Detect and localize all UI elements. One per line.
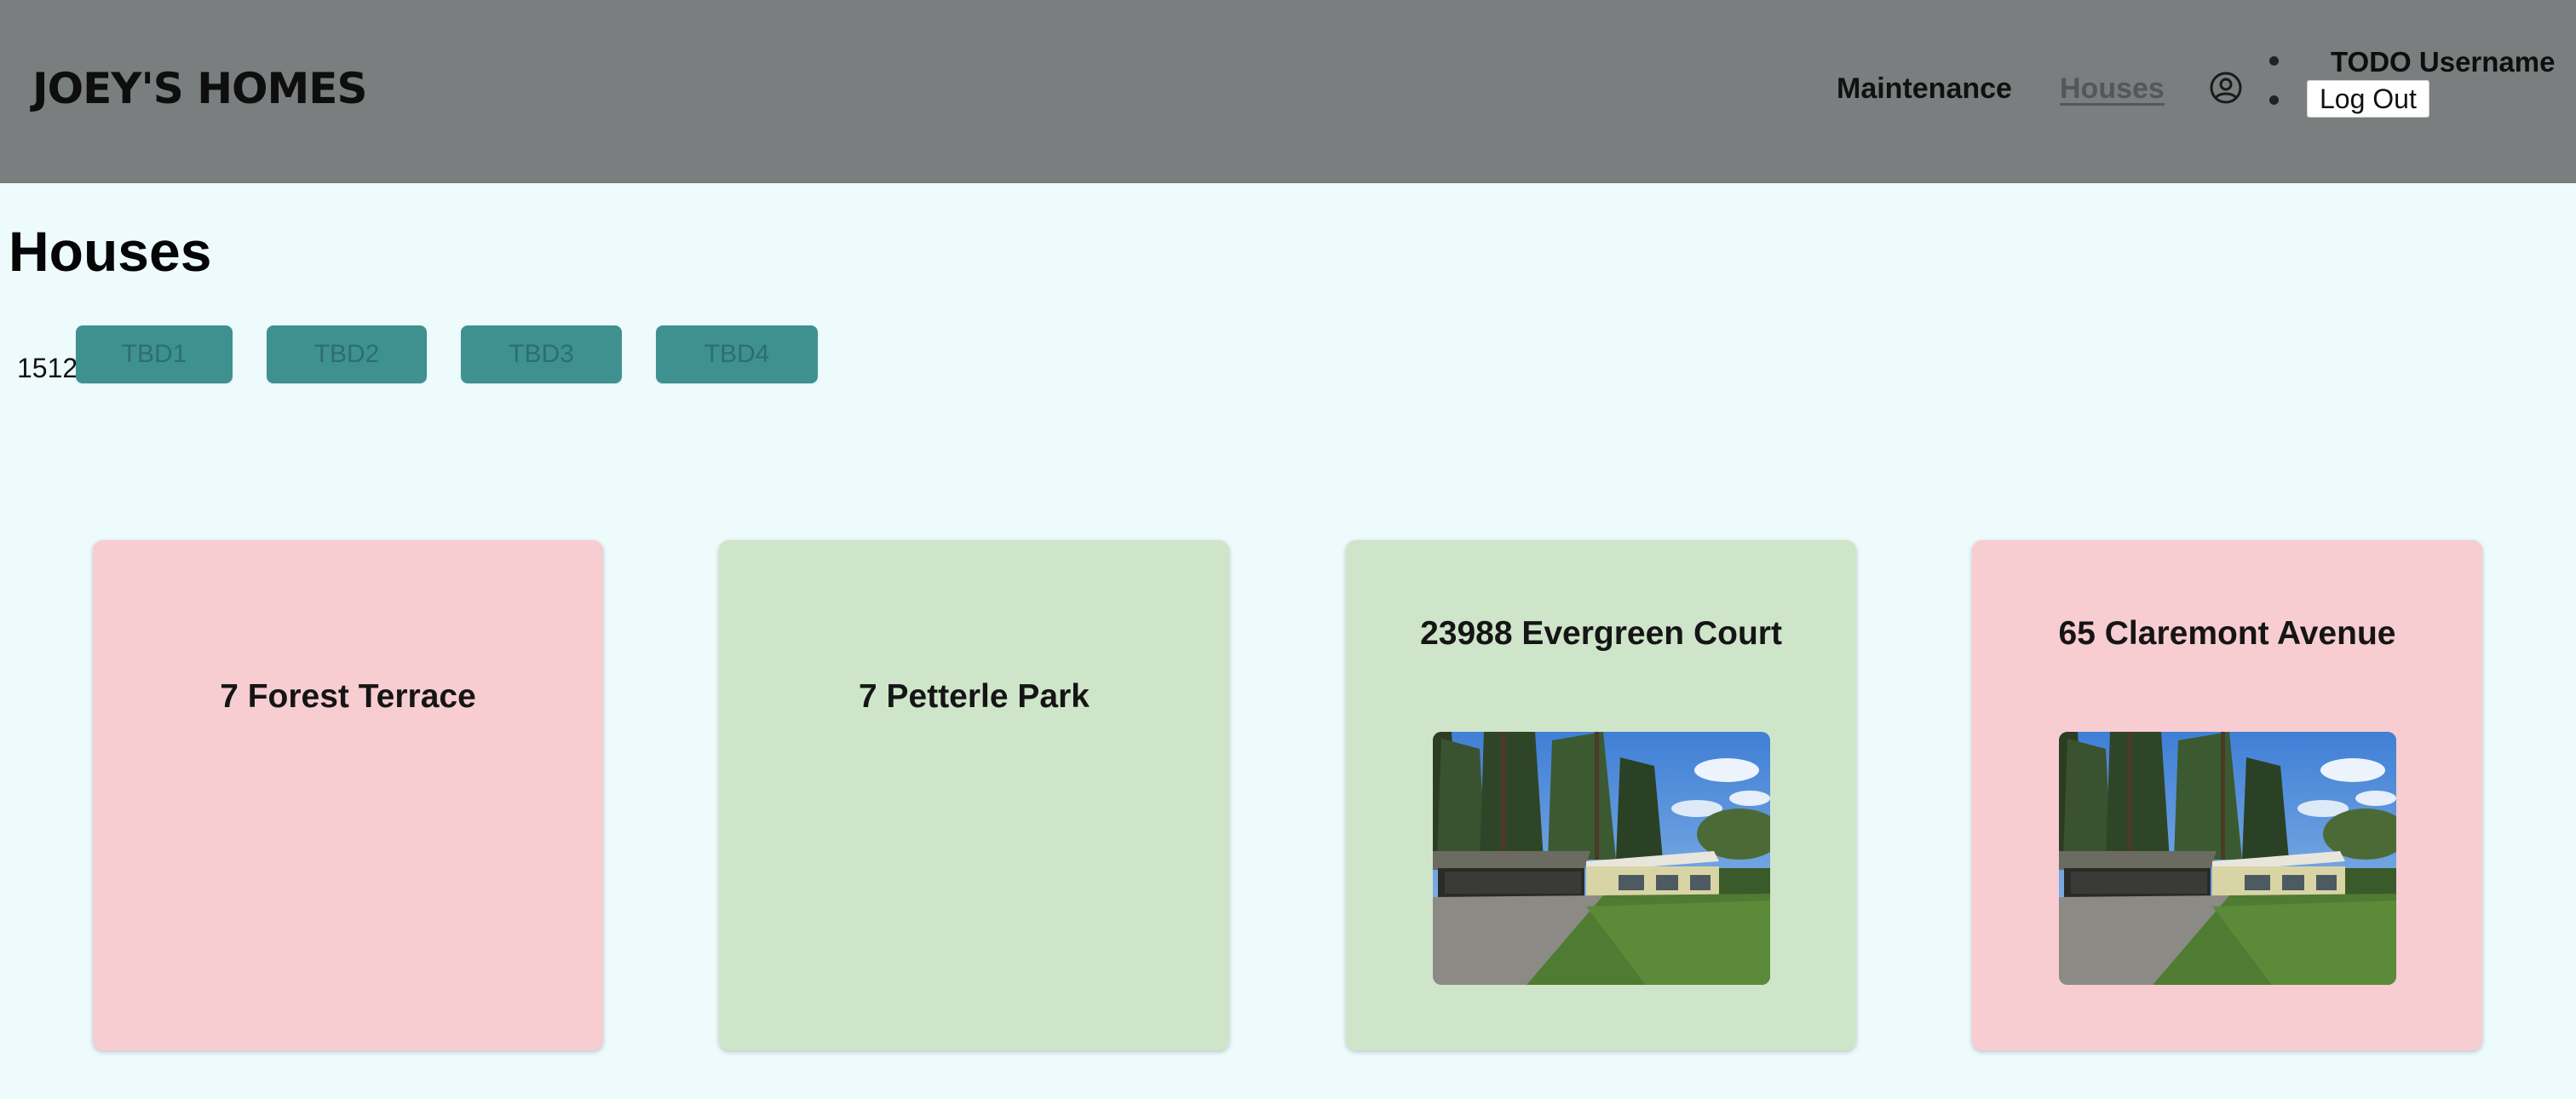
page-title: Houses (9, 220, 212, 283)
tbd1-button[interactable]: TBD1 (76, 325, 233, 383)
user-circle-icon[interactable] (2208, 70, 2244, 106)
bullet-icon (2269, 95, 2279, 105)
house-card-title: 65 Claremont Avenue (2058, 615, 2396, 652)
house-card-title: 7 Petterle Park (858, 678, 1090, 715)
house-card[interactable]: 7 Forest Terrace (93, 540, 603, 1050)
tbd2-button[interactable]: TBD2 (267, 325, 427, 383)
logout-button[interactable]: Log Out (2307, 80, 2429, 118)
top-navbar: JOEY'S HOMES Maintenance Houses TODO Use… (0, 0, 2576, 183)
house-card[interactable]: 23988 Evergreen Court (1346, 540, 1856, 1050)
house-card[interactable]: 7 Petterle Park (719, 540, 1229, 1050)
house-photo (2059, 732, 2396, 985)
bullet-icon (2269, 56, 2279, 66)
brand-logo[interactable]: JOEY'S HOMES (32, 56, 367, 121)
tbd4-button[interactable]: TBD4 (656, 325, 818, 383)
house-card-title: 7 Forest Terrace (220, 678, 476, 715)
tbd3-button[interactable]: TBD3 (461, 325, 622, 383)
username-label: TODO Username (2331, 46, 2556, 78)
house-card[interactable]: 65 Claremont Avenue (1972, 540, 2482, 1050)
house-card-title: 23988 Evergreen Court (1420, 615, 1782, 652)
nav-link-maintenance[interactable]: Maintenance (1837, 65, 2012, 112)
house-photo (1433, 732, 1770, 985)
house-count: 1512 (17, 353, 78, 383)
nav-link-houses[interactable]: Houses (2060, 65, 2165, 112)
user-menu: TODO Username Log Out (2257, 39, 2573, 133)
